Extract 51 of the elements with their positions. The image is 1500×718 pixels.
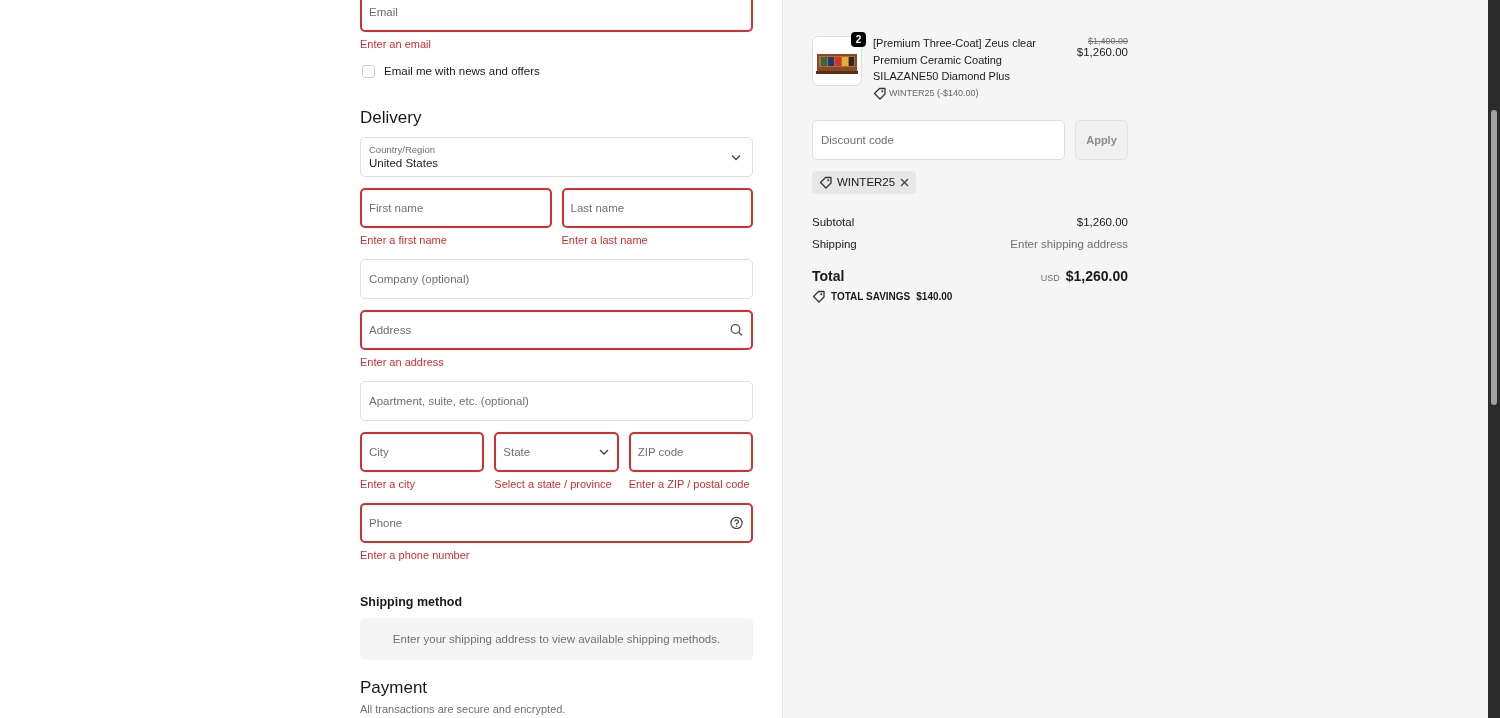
tag-icon xyxy=(873,86,886,100)
error-message: Enter an email xyxy=(360,37,431,52)
quantity-badge: 2 xyxy=(851,32,866,47)
input-field[interactable]: Phone xyxy=(360,503,753,543)
tag-icon xyxy=(819,175,832,189)
error-message: Enter a first name xyxy=(360,233,447,248)
line-label: Shipping xyxy=(812,236,857,252)
error-message: Enter a phone number xyxy=(360,548,470,563)
error-message: Enter an address xyxy=(360,355,444,370)
total-label: Total xyxy=(812,267,845,284)
savings-amount: $140.00 xyxy=(916,290,953,302)
error-message: Enter a last name xyxy=(561,233,648,248)
tags-icon xyxy=(812,289,825,303)
field-label: Country/Region xyxy=(369,144,435,156)
input-field[interactable]: Last name xyxy=(561,188,753,228)
search-icon xyxy=(730,323,743,337)
chevron-down-icon xyxy=(731,154,741,161)
field-value: United States xyxy=(369,156,439,170)
error-message: Enter a city xyxy=(360,477,416,492)
original-price: $1,400.00 xyxy=(1087,36,1128,46)
section-heading: Delivery xyxy=(360,107,423,129)
discount-code-field[interactable]: Discount code xyxy=(812,119,1065,160)
country-dropdown[interactable]: Country/Region United States xyxy=(360,137,753,177)
line-value: $1,260.00 xyxy=(1076,214,1128,230)
total-amount: $1,260.00 xyxy=(1065,267,1128,284)
close-icon[interactable] xyxy=(900,177,910,187)
checkbox[interactable] xyxy=(362,64,375,78)
shipping-notice: Enter your shipping address to view available shipping methods. xyxy=(360,618,753,660)
input-field[interactable]: Email xyxy=(360,0,753,32)
line-label: Subtotal xyxy=(812,214,855,230)
error-message: Enter a ZIP / postal code xyxy=(628,477,750,492)
input-field[interactable]: ZIP code xyxy=(628,432,753,472)
address-field[interactable]: Address xyxy=(360,310,753,350)
scrollbar[interactable] xyxy=(1488,0,1500,718)
price: $1,260.00 xyxy=(1076,46,1128,58)
input-field[interactable]: City xyxy=(360,432,485,472)
discount-code: WINTER25 xyxy=(837,176,896,188)
line-value: Enter shipping address xyxy=(1010,236,1128,252)
section-heading: Payment xyxy=(360,678,429,698)
currency-code: USD xyxy=(1040,272,1060,283)
error-message: Select a state / province xyxy=(494,477,612,492)
product-title: [Premium Three-Coat] Zeus clear Premium Ceramic Coating SILAZANE50 Diamond Plus xyxy=(873,36,1038,84)
state-dropdown[interactable]: State xyxy=(494,432,619,472)
input-field[interactable]: First name xyxy=(360,188,552,228)
section-heading: Shipping method xyxy=(360,594,464,610)
help-icon xyxy=(730,516,743,530)
savings-label: TOTAL SAVINGS xyxy=(831,290,911,302)
checkbox-label: Email me with news and offers xyxy=(384,64,540,79)
discount-label: WINTER25 (-$140.00) xyxy=(889,88,979,98)
payment-note: All transactions are secure and encrypted. xyxy=(360,703,566,716)
chevron-down-icon xyxy=(598,448,609,456)
